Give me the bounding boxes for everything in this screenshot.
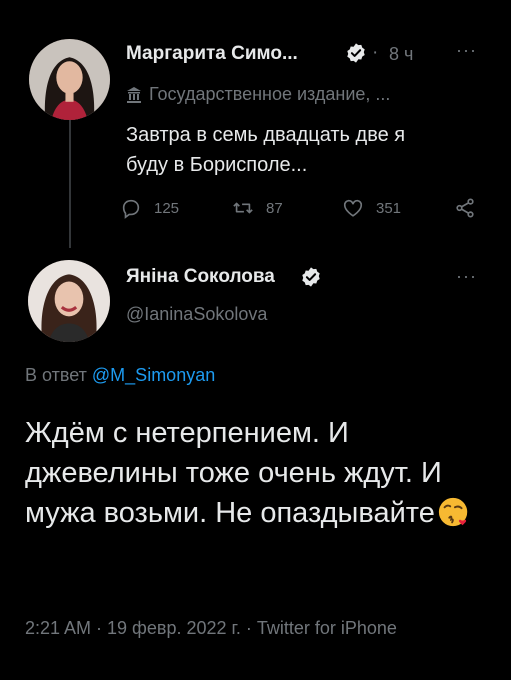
like-count: 351 [376, 199, 402, 217]
tweet-main-text: Ждём с нетерпением. И джевелины тоже оче… [25, 413, 485, 533]
kiss-emoji-icon [438, 497, 468, 527]
like-button[interactable]: 351 [342, 196, 401, 220]
more-options-icon[interactable]: ··· [456, 40, 477, 61]
tweet-timestamp-meta[interactable]: 2:21 AM · 19 февр. 2022 г. · Twitter for… [25, 614, 485, 642]
share-button[interactable] [454, 196, 488, 220]
reply-prefix: В ответ [25, 365, 87, 385]
avatar[interactable] [28, 260, 110, 342]
share-icon [456, 198, 474, 218]
reply-count: 125 [154, 199, 180, 217]
thread-connector-line [69, 116, 71, 248]
author-name[interactable]: Маргарита Симо... [126, 43, 298, 65]
government-building-icon [127, 87, 141, 103]
author-handle[interactable]: @IaninaSokolova [126, 304, 267, 325]
reply-mention-link[interactable]: @M_Simonyan [92, 365, 215, 385]
retweet-icon [233, 202, 253, 214]
more-options-icon[interactable]: ··· [456, 266, 477, 287]
tweet-actions: 125 87 351 [120, 196, 490, 220]
like-icon [343, 199, 363, 217]
verified-badge-icon [302, 267, 320, 287]
retweet-button[interactable]: 87 [232, 196, 283, 220]
tweet-time[interactable]: 8 ч [389, 44, 413, 65]
tweet-text: Завтра в семь двадцать две я буду в Бори… [126, 124, 406, 176]
reply-button[interactable]: 125 [120, 196, 179, 220]
verified-badge-icon [347, 43, 365, 63]
reply-icon [122, 199, 140, 219]
state-media-label[interactable]: Государственное издание, ... [149, 84, 390, 105]
avatar[interactable] [29, 39, 110, 120]
retweet-count: 87 [266, 199, 283, 217]
time-separator: · [372, 42, 379, 63]
tweet-text: Ждём с нетерпением. И джевелины тоже оче… [25, 417, 442, 529]
reply-context: В ответ @M_Simonyan [25, 365, 215, 386]
author-name[interactable]: Яніна Соколова [126, 266, 275, 288]
